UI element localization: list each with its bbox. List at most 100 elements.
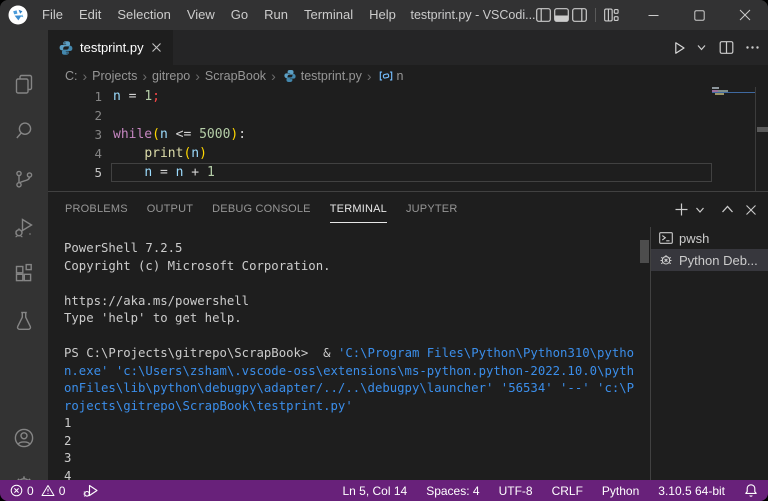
account-icon[interactable] <box>12 426 36 450</box>
menu-go[interactable]: Go <box>223 0 256 30</box>
code-line: n = n + 1 <box>144 165 215 180</box>
debug-status-icon[interactable] <box>83 483 99 498</box>
panel-actions <box>674 192 758 227</box>
statusbar-right: Ln 5, Col 14 Spaces: 4 UTF-8 CRLF Python… <box>342 480 758 501</box>
panel-tab-problems[interactable]: PROBLEMS <box>65 197 128 222</box>
tab-testprint[interactable]: testprint.py <box>48 30 173 65</box>
window-title: testprint.py - VSCodi... <box>410 8 536 22</box>
menu-bar: File Edit Selection View Go Run Terminal… <box>34 0 404 30</box>
menu-terminal[interactable]: Terminal <box>296 0 361 30</box>
line-number: 4 <box>94 146 102 161</box>
run-python-file-icon[interactable] <box>671 40 687 56</box>
chevron-right-icon: › <box>82 68 88 84</box>
terminal-line: 3 <box>64 451 72 465</box>
indentation-status[interactable]: Spaces: 4 <box>426 484 479 498</box>
menu-selection[interactable]: Selection <box>109 0 178 30</box>
menu-view[interactable]: View <box>179 0 223 30</box>
encoding-status[interactable]: UTF-8 <box>499 484 533 498</box>
chevron-right-icon: › <box>142 68 147 84</box>
tab-label: testprint.py <box>80 40 144 55</box>
toggle-primary-sidebar-icon[interactable] <box>536 0 551 30</box>
python-interpreter-status[interactable]: 3.10.5 64-bit <box>658 484 725 498</box>
panel-tab-terminal[interactable]: TERMINAL <box>329 197 387 223</box>
python-file-icon <box>58 40 74 56</box>
layout-controls <box>536 0 619 30</box>
minimap[interactable] <box>712 87 755 191</box>
warning-count: 0 <box>58 483 66 498</box>
breadcrumb-file[interactable]: testprint.py <box>301 69 362 83</box>
terminal-panel[interactable]: PowerShell 7.2.5 Copyright (c) Microsoft… <box>48 227 768 480</box>
titlebar-separator <box>595 8 596 22</box>
breadcrumbs: C: › Projects › gitrepo › ScrapBook › te… <box>48 65 768 87</box>
explorer-icon[interactable] <box>12 72 36 96</box>
line-number: 2 <box>94 108 102 123</box>
testing-icon[interactable] <box>12 309 36 333</box>
search-icon[interactable] <box>12 119 36 143</box>
language-status[interactable]: Python <box>602 484 639 498</box>
terminal-line: PS C:\Projects\gitrepo\ScrapBook> & 'C:\… <box>64 346 635 360</box>
more-actions-icon[interactable] <box>745 40 760 55</box>
maximize-panel-icon[interactable] <box>721 203 734 216</box>
panel-header: PROBLEMS OUTPUT DEBUG CONSOLE TERMINAL J… <box>48 192 768 227</box>
terminal-list-item-python-debug[interactable]: Python Deb... <box>651 249 768 271</box>
warning-icon <box>41 484 55 497</box>
terminal-line: https://aka.ms/powershell <box>64 293 250 308</box>
run-dropdown-chevron-icon[interactable] <box>696 42 707 53</box>
close-window-icon[interactable] <box>722 0 768 30</box>
menu-file[interactable]: File <box>34 0 71 30</box>
code-editor[interactable]: 1 2 3 4 5 n = 1; while(n <= 5000): print… <box>48 87 768 191</box>
breadcrumb-projects[interactable]: Projects <box>92 69 137 83</box>
problems-status[interactable]: 0 0 <box>10 483 99 498</box>
panel-tab-debug-console[interactable]: DEBUG CONSOLE <box>212 197 311 222</box>
close-tab-icon[interactable] <box>150 41 163 54</box>
notifications-bell-icon[interactable] <box>744 483 758 498</box>
menu-edit[interactable]: Edit <box>71 0 109 30</box>
terminal-line: PowerShell 7.2.5 <box>64 241 183 255</box>
customize-layout-icon[interactable] <box>604 0 619 30</box>
vscode-window: File Edit Selection View Go Run Terminal… <box>0 0 768 501</box>
panel-tab-output[interactable]: OUTPUT <box>147 197 193 222</box>
line-number-active: 5 <box>94 165 102 180</box>
line-number: 1 <box>94 89 102 104</box>
minimize-icon[interactable] <box>630 0 676 30</box>
vscodium-logo-icon[interactable] <box>8 5 28 25</box>
breadcrumb-gitrepo[interactable]: gitrepo <box>152 69 190 83</box>
terminal-dropdown-chevron-icon[interactable] <box>695 205 705 215</box>
terminal-scrollbar-thumb[interactable] <box>640 240 649 263</box>
menu-run[interactable]: Run <box>256 0 296 30</box>
close-panel-icon[interactable] <box>744 203 758 217</box>
breadcrumb-scrapbook[interactable]: ScrapBook <box>205 69 266 83</box>
terminal-line: 2 <box>64 433 72 448</box>
breadcrumb-symbol[interactable]: n <box>397 69 404 83</box>
line-number: 3 <box>94 127 102 142</box>
terminal-line: onFiles\lib\python\debugpy\adapter/../..… <box>64 381 635 395</box>
terminal-line: Type 'help' to get help. <box>64 311 242 325</box>
chevron-right-icon: › <box>271 68 276 84</box>
chevron-right-icon: › <box>195 68 200 84</box>
terminal-list-item-pwsh[interactable]: pwsh <box>651 227 768 249</box>
extensions-icon[interactable] <box>12 261 36 285</box>
maximize-icon[interactable] <box>676 0 722 30</box>
cursor-position-status[interactable]: Ln 5, Col 14 <box>342 484 407 498</box>
debug-bug-icon <box>658 252 674 268</box>
panel-tab-jupyter[interactable]: JUPYTER <box>406 197 458 222</box>
source-control-icon[interactable] <box>12 167 36 191</box>
terminal-line: rojects\gitrepo\ScrapBook\testprint.py' <box>64 398 353 413</box>
terminal-output: PowerShell 7.2.5 Copyright (c) Microsoft… <box>64 240 634 480</box>
eol-status[interactable]: CRLF <box>552 484 583 498</box>
new-terminal-icon[interactable] <box>674 202 689 217</box>
toggle-panel-icon[interactable] <box>554 0 569 30</box>
terminal-list-label: Python Deb... <box>679 252 758 268</box>
terminal-line: 1 <box>64 416 72 430</box>
title-bar: File Edit Selection View Go Run Terminal… <box>0 0 768 30</box>
status-bar: 0 0 Ln 5, Col 14 Spaces: 4 UTF-8 CRLF Py… <box>0 480 768 501</box>
breadcrumb-drive[interactable]: C: <box>65 69 78 83</box>
terminal-line: Copyright (c) Microsoft Corporation. <box>64 258 331 273</box>
editor-actions <box>671 30 760 65</box>
symbol-variable-icon <box>379 69 393 83</box>
run-and-debug-icon[interactable] <box>12 216 36 240</box>
code-line: print(n) <box>144 146 207 161</box>
toggle-secondary-sidebar-icon[interactable] <box>572 0 587 30</box>
split-editor-icon[interactable] <box>719 40 734 55</box>
menu-help[interactable]: Help <box>361 0 404 30</box>
